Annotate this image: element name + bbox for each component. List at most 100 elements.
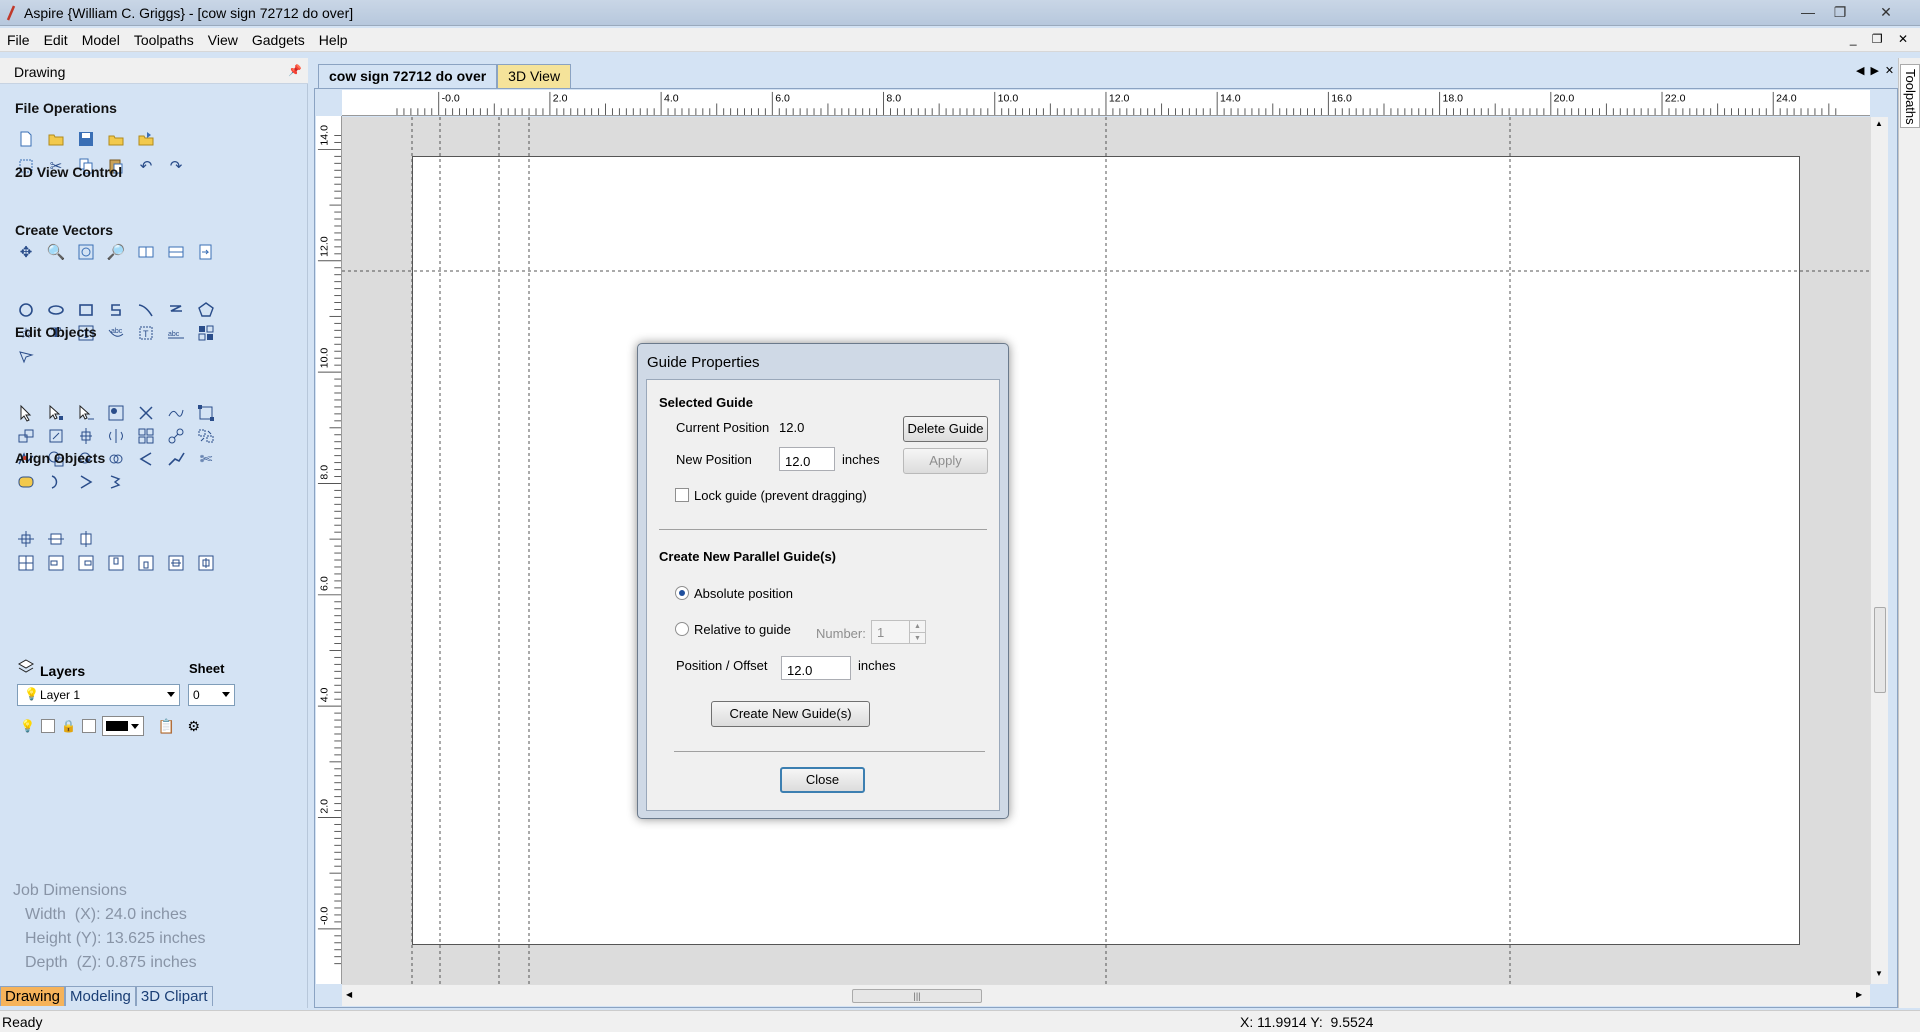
- open-file-icon[interactable]: [45, 128, 67, 150]
- space-vertical-icon[interactable]: [195, 552, 217, 574]
- scale-icon[interactable]: [195, 402, 217, 424]
- number-spinner[interactable]: 1 ▲ ▼: [871, 620, 926, 644]
- offset-icon[interactable]: [15, 471, 37, 493]
- align-left-icon[interactable]: [45, 552, 67, 574]
- absolute-position-radio[interactable]: [675, 586, 689, 600]
- scroll-right-icon[interactable]: ▶: [1856, 990, 1862, 999]
- chevron-right-icon[interactable]: [75, 471, 97, 493]
- export-icon[interactable]: [135, 128, 157, 150]
- position-offset-input[interactable]: [781, 656, 851, 680]
- align-center-icon[interactable]: [15, 528, 37, 550]
- menu-edit[interactable]: Edit: [37, 28, 75, 52]
- pan-icon[interactable]: ✥: [15, 241, 37, 263]
- circle-icon[interactable]: [15, 299, 37, 321]
- close-button[interactable]: Close: [780, 767, 865, 793]
- light-bulb-icon[interactable]: 💡: [20, 719, 35, 733]
- mirror-icon[interactable]: [75, 425, 97, 447]
- menu-view[interactable]: View: [201, 28, 245, 52]
- scroll-up-icon[interactable]: ▲: [1875, 119, 1883, 128]
- circular-array-icon[interactable]: [165, 425, 187, 447]
- arc-text-icon[interactable]: abc: [165, 322, 187, 344]
- transform-icon[interactable]: [75, 402, 97, 424]
- group-icon[interactable]: [105, 402, 127, 424]
- undo-icon[interactable]: ↶: [135, 155, 157, 177]
- array-copy-icon[interactable]: [135, 425, 157, 447]
- spin-up-icon[interactable]: ▲: [909, 621, 925, 632]
- layer-settings-icon[interactable]: ⚙: [187, 718, 200, 735]
- polygon-icon[interactable]: [195, 299, 217, 321]
- nesting-icon[interactable]: [195, 425, 217, 447]
- lock-guide-checkbox[interactable]: [675, 488, 689, 502]
- draw-tool-icon[interactable]: [15, 345, 37, 367]
- ellipse-icon[interactable]: [45, 299, 67, 321]
- extend-icon[interactable]: [165, 448, 187, 470]
- curve-icon[interactable]: [135, 299, 157, 321]
- smart-bevel-icon[interactable]: [45, 471, 67, 493]
- select-icon[interactable]: [15, 402, 37, 424]
- distort-icon[interactable]: [105, 425, 127, 447]
- scroll-left-icon[interactable]: ◀: [346, 990, 352, 999]
- lock-icon[interactable]: 🔒: [61, 719, 76, 733]
- import-icon[interactable]: [105, 128, 127, 150]
- move-icon[interactable]: [15, 425, 37, 447]
- zoom-box-icon[interactable]: 🔍: [45, 241, 67, 263]
- menu-toolpaths[interactable]: Toolpaths: [127, 28, 201, 52]
- spin-down-icon[interactable]: ▼: [909, 632, 925, 643]
- zoom-selected-icon[interactable]: 🔎: [105, 241, 127, 263]
- vertical-scroll-thumb[interactable]: [1874, 607, 1886, 693]
- tab-modeling[interactable]: Modeling: [65, 986, 136, 1006]
- sheet-dropdown[interactable]: 0: [188, 684, 235, 706]
- node-edit-icon[interactable]: [45, 402, 67, 424]
- relative-to-guide-radio[interactable]: [675, 622, 689, 636]
- save-icon[interactable]: [75, 128, 97, 150]
- delete-guide-button[interactable]: Delete Guide: [903, 416, 988, 442]
- scroll-down-icon[interactable]: ▼: [1875, 969, 1883, 978]
- new-file-icon[interactable]: [15, 128, 37, 150]
- horizontal-scroll-thumb[interactable]: |||: [852, 989, 982, 1003]
- text-on-curve-icon[interactable]: abc: [105, 322, 127, 344]
- menu-gadgets[interactable]: Gadgets: [245, 28, 312, 52]
- layer-lock-checkbox[interactable]: [81, 719, 96, 733]
- layer-visible-checkbox[interactable]: [40, 719, 55, 733]
- tab-3d-clipart[interactable]: 3D Clipart: [135, 986, 213, 1006]
- new-position-input[interactable]: [779, 447, 835, 471]
- join-vectors-icon[interactable]: [165, 402, 187, 424]
- pin-icon[interactable]: 📌: [288, 64, 302, 77]
- polyline-icon[interactable]: [105, 299, 127, 321]
- rectangle-icon[interactable]: [75, 299, 97, 321]
- close-vector-icon[interactable]: [105, 471, 127, 493]
- menu-model[interactable]: Model: [75, 28, 127, 52]
- auto-layout-text-icon[interactable]: T: [135, 322, 157, 344]
- rotate-icon[interactable]: [45, 425, 67, 447]
- zoom-all-icon[interactable]: [75, 241, 97, 263]
- layer-color-picker[interactable]: [101, 716, 144, 736]
- mdi-window-controls[interactable]: _ ❐ ✕: [1850, 32, 1914, 46]
- align-bottom-icon[interactable]: [135, 552, 157, 574]
- create-new-guides-button[interactable]: Create New Guide(s): [711, 701, 870, 727]
- ungroup-icon[interactable]: [135, 402, 157, 424]
- view-options-icon[interactable]: [195, 241, 217, 263]
- redo-icon[interactable]: ↷: [165, 155, 187, 177]
- arc-icon[interactable]: [165, 299, 187, 321]
- layout-icon[interactable]: [165, 241, 187, 263]
- toolpaths-tab[interactable]: Toolpaths: [1900, 64, 1920, 128]
- dimension-icon[interactable]: [195, 322, 217, 344]
- align-right-icon[interactable]: [75, 552, 97, 574]
- menu-help[interactable]: Help: [312, 28, 355, 52]
- layer-manager-icon[interactable]: 📋: [158, 718, 175, 735]
- center-in-material-icon[interactable]: [15, 552, 37, 574]
- vertical-scrollbar[interactable]: ▲ ▼: [1870, 117, 1888, 984]
- tab-nav-controls[interactable]: ◀▶✕: [1856, 64, 1900, 77]
- space-horizontal-icon[interactable]: [165, 552, 187, 574]
- split-view-icon[interactable]: [135, 241, 157, 263]
- align-vertical-center-icon[interactable]: [75, 528, 97, 550]
- horizontal-scrollbar[interactable]: ◀ ||| ▶: [342, 984, 1870, 1006]
- apply-button[interactable]: Apply: [903, 448, 988, 474]
- tab-3d-view[interactable]: 3D View: [497, 64, 572, 88]
- tab-drawing[interactable]: Drawing: [0, 986, 66, 1006]
- scissors-icon[interactable]: ✄: [195, 448, 217, 470]
- intersect-icon[interactable]: [105, 448, 127, 470]
- fillet-icon[interactable]: [135, 448, 157, 470]
- tab-document[interactable]: cow sign 72712 do over: [318, 64, 498, 88]
- maximize-button[interactable]: ❐: [1826, 2, 1854, 22]
